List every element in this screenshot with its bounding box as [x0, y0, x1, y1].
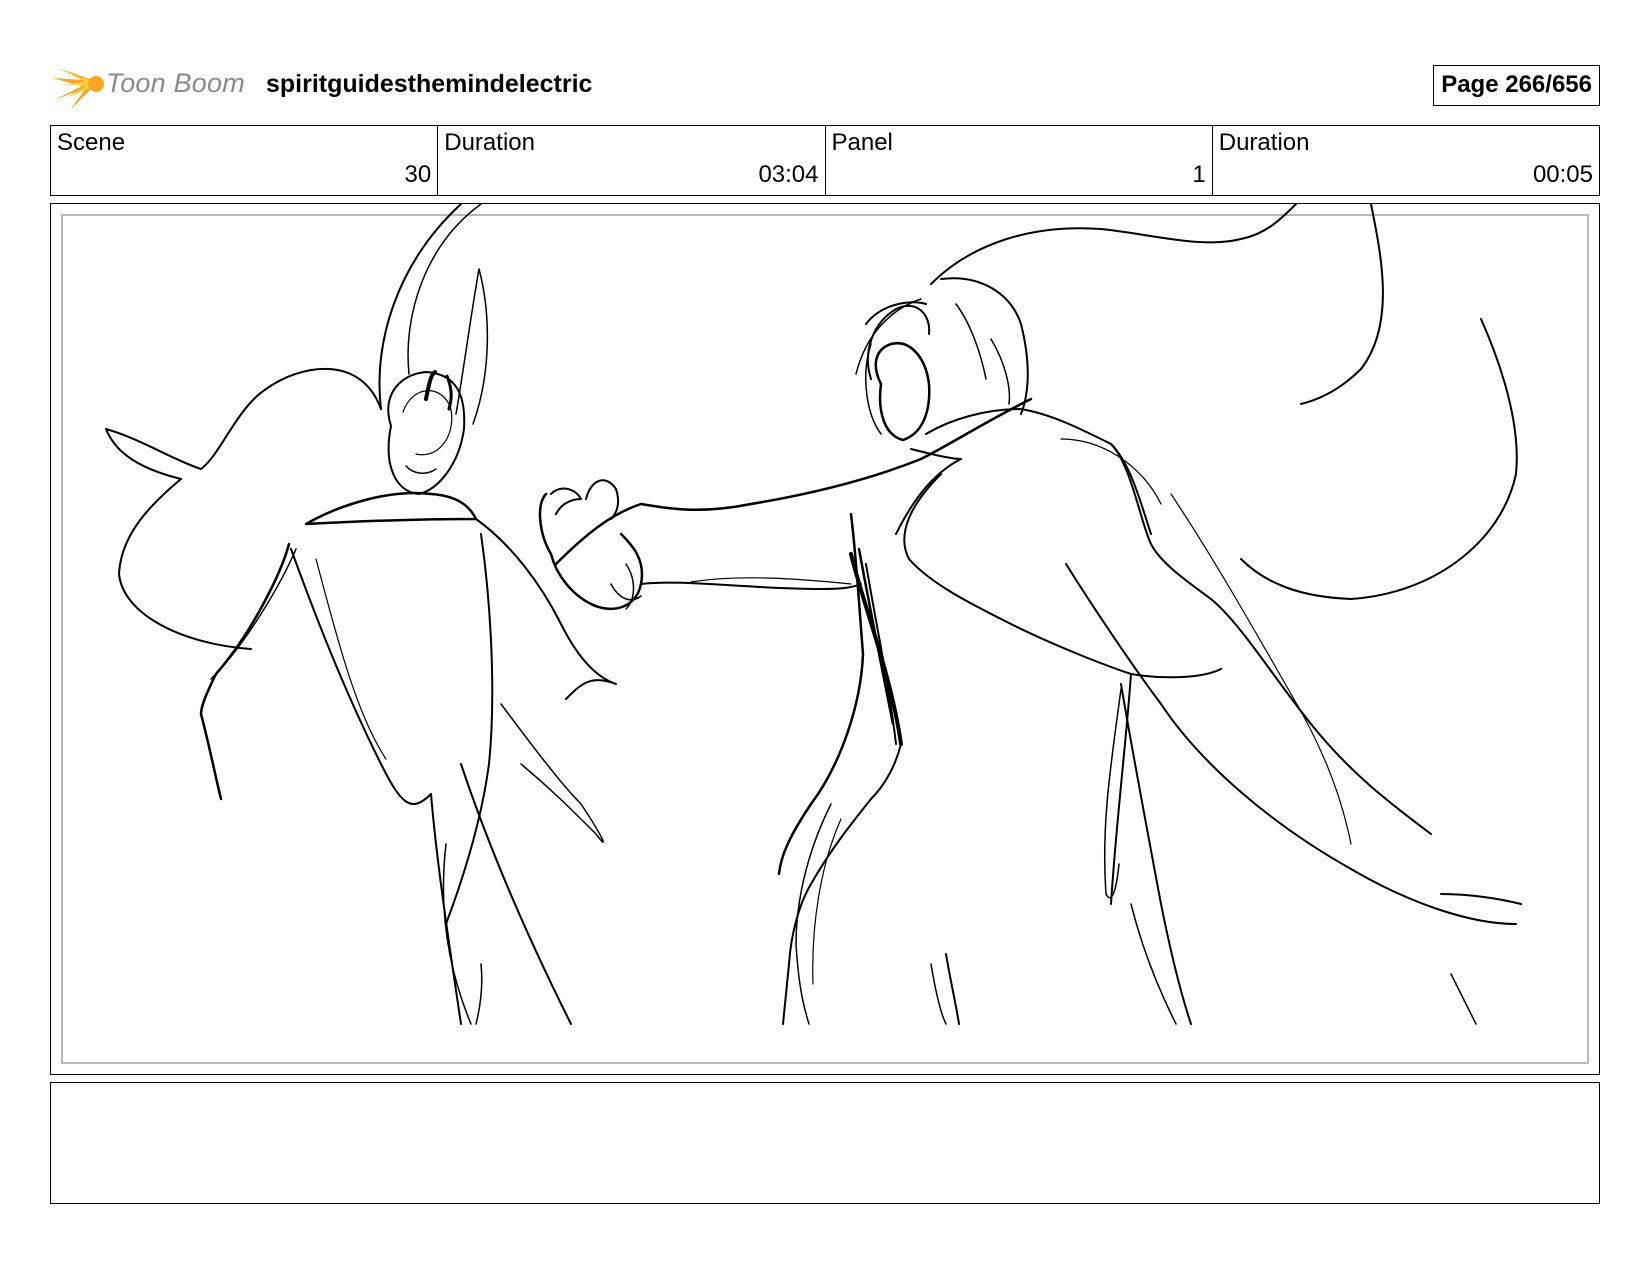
panel-duration-label: Duration [1218, 129, 1310, 156]
panel-label: Panel [831, 129, 893, 156]
panel-duration-cell: Duration 00:05 [1213, 126, 1599, 195]
panel-duration-value: 00:05 [1532, 161, 1593, 188]
left-figure-legs [430, 793, 462, 1025]
project-title: spiritguidesthemindelectric [266, 70, 593, 98]
scene-value: 30 [404, 161, 432, 188]
right-figure-arm-lower [640, 581, 862, 590]
logo-text: Toon Boom [106, 68, 245, 98]
left-figure-collar [304, 491, 478, 526]
starburst-icon [52, 68, 104, 110]
scene-cell: Scene 30 [51, 126, 439, 195]
scene-duration-cell: Duration 03:04 [438, 126, 826, 195]
fist [538, 492, 644, 611]
panel-info-table: Scene 30 Duration 03:04 Panel 1 Duration… [50, 125, 1600, 196]
scene-duration-value: 03:04 [758, 161, 819, 188]
toon-boom-logo: Toon Boom [50, 56, 250, 112]
scene-duration-label: Duration [444, 129, 535, 156]
storyboard-panel [50, 203, 1600, 1075]
right-figure-torso [777, 512, 865, 876]
right-figure-shoulder [925, 408, 1152, 535]
panel-notes [50, 1082, 1600, 1204]
page-header: Toon Boom spiritguidesthemindelectric Pa… [50, 56, 1600, 112]
panel-sketch [105, 204, 1522, 1025]
right-figure-hair [930, 204, 1297, 285]
right-figure-head [874, 341, 931, 442]
page-number: Page 266/656 [1433, 65, 1600, 106]
scene-label: Scene [57, 129, 126, 156]
right-figure-back [1110, 443, 1432, 835]
panel-cell: Panel 1 [826, 126, 1213, 195]
panel-value: 1 [1192, 161, 1206, 188]
left-figure-coat-left [199, 542, 291, 801]
